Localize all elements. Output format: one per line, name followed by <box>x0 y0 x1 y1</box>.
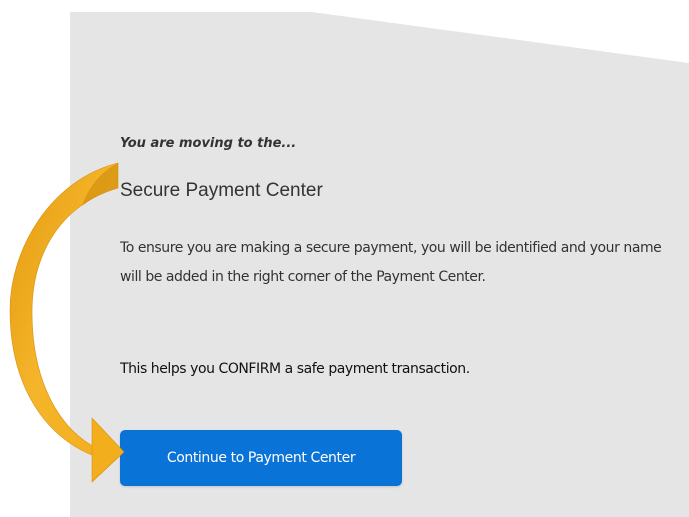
page: You are moving to the... Secure Payment … <box>0 0 689 517</box>
eyebrow-text: You are moving to the... <box>120 136 297 151</box>
page-title: Secure Payment Center <box>120 180 323 201</box>
continue-to-payment-center-button[interactable]: Continue to Payment Center <box>120 430 402 486</box>
confirm-text: This helps you CONFIRM a safe payment tr… <box>120 361 470 377</box>
description-text: To ensure you are making a secure paymen… <box>120 240 662 285</box>
